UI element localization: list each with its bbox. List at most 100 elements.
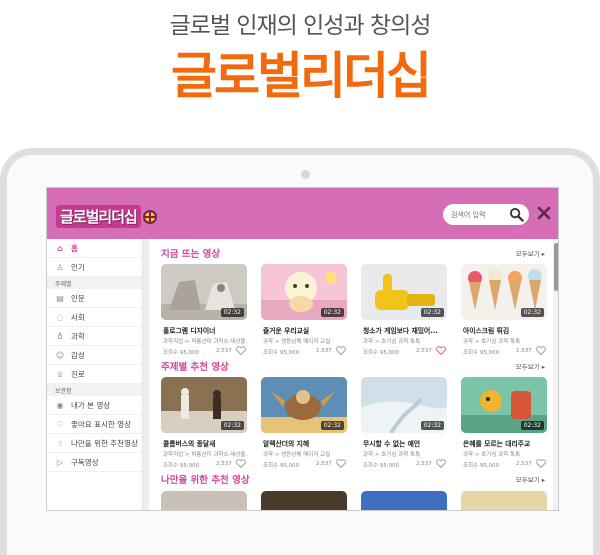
video-card[interactable]: 02:32 즐거운 우리교실 과학 > 영등남해 메이저 교실 조회수 95,0… bbox=[261, 264, 347, 369]
view-count: 조회수 95,000 bbox=[163, 463, 200, 469]
video-card[interactable] bbox=[361, 491, 447, 510]
video-thumbnail[interactable]: 02:32 bbox=[161, 264, 247, 320]
sidebar-item-science[interactable]: ♁ 과학 bbox=[47, 327, 142, 346]
video-thumbnail[interactable]: 02:32 bbox=[361, 264, 447, 320]
duration-badge: 02:32 bbox=[220, 308, 244, 317]
video-category: 과학 > 영등남해 메이저 교실 bbox=[263, 452, 331, 458]
section-header: 나만을 위한 추천 영상 모두보기 ▸ bbox=[161, 472, 551, 486]
scrollbar[interactable] bbox=[553, 239, 558, 510]
like-count: 2,537 bbox=[316, 461, 332, 467]
video-thumbnail[interactable] bbox=[361, 491, 447, 510]
eye-icon: ◉ bbox=[56, 400, 64, 410]
promo-page: 글로벌 인재의 인성과 창의성 글로벌리더십 글로벌리더십 검색어 입력 ⌂ 홈… bbox=[0, 0, 600, 555]
heart-icon[interactable] bbox=[536, 346, 546, 355]
sidebar-item-liked[interactable]: ♡ 좋아요 표시한 영상 bbox=[47, 415, 142, 434]
video-title[interactable]: 은혜를 모르는 대리주교 bbox=[463, 438, 547, 448]
video-card[interactable] bbox=[261, 491, 347, 510]
sidebar-item-humanities[interactable]: ▤ 인문 bbox=[47, 289, 142, 308]
video-title[interactable]: 청소가 게임보다 재밌어... bbox=[363, 325, 447, 335]
duration-badge: 02:32 bbox=[220, 421, 244, 430]
scrollbar-thumb[interactable] bbox=[554, 243, 558, 291]
heart-icon: ♡ bbox=[56, 419, 64, 429]
section-header: 지금 뜨는 영상 모두보기 ▸ bbox=[161, 246, 551, 260]
logo-text: 글로벌리더십 bbox=[56, 205, 141, 228]
view-count: 조회수 95,000 bbox=[363, 463, 400, 469]
search-icon[interactable] bbox=[509, 207, 524, 222]
section-title: 주제별 추천 영상 bbox=[161, 362, 229, 373]
smile-icon: ☺ bbox=[55, 350, 65, 360]
search-box bbox=[443, 204, 529, 225]
sidebar-item-home[interactable]: ⌂ 홈 bbox=[47, 239, 142, 258]
video-card[interactable]: 02:32 무시할 수 없는 예언 과학 > 호기심 과학 톡톡 조회수 95,… bbox=[361, 377, 447, 482]
app-logo[interactable]: 글로벌리더십 bbox=[56, 205, 157, 228]
duration-badge: 02:32 bbox=[520, 308, 544, 317]
sidebar-item-label: 구독영상 bbox=[71, 457, 99, 467]
heart-icon[interactable] bbox=[436, 459, 446, 468]
graduation-cap-icon: ♕ bbox=[56, 369, 64, 379]
video-category: 과학 > 호기심 과학 톡톡 bbox=[463, 339, 521, 345]
heart-icon[interactable] bbox=[236, 346, 246, 355]
duration-badge: 02:32 bbox=[420, 421, 444, 430]
video-card[interactable]: 02:32 청소가 게임보다 재밌어... 과학 > 호기심 과학 톡톡 조회수… bbox=[361, 264, 447, 369]
sidebar-item-popular[interactable]: ♙ 인기 bbox=[47, 258, 142, 277]
duration-badge: 02:32 bbox=[520, 421, 544, 430]
video-thumbnail[interactable] bbox=[461, 491, 547, 510]
hand-pointer-icon: ☝ bbox=[57, 438, 63, 448]
video-thumbnail[interactable]: 02:32 bbox=[261, 264, 347, 320]
section-title: 지금 뜨는 영상 bbox=[161, 249, 221, 260]
view-all-link[interactable]: 모두보기 ▸ bbox=[516, 361, 545, 371]
sidebar-item-career[interactable]: ♕ 진로 bbox=[47, 365, 142, 384]
video-card[interactable]: 02:32 콜롬버스의 종달새 과학직업 > 허롱선미 과학소·세상을... 조… bbox=[161, 377, 247, 482]
sidebar-item-label: 사회 bbox=[71, 312, 85, 322]
video-title[interactable]: 즐거운 우리교실 bbox=[263, 325, 347, 335]
tablet-frame: 글로벌리더십 ⌂ 홈 bbox=[0, 148, 600, 555]
video-title[interactable]: 알렉산더의 지혜 bbox=[263, 438, 347, 448]
sidebar-item-subscribed[interactable]: ▷ 구독영상 bbox=[47, 453, 142, 472]
view-count: 조회수 95,000 bbox=[163, 350, 200, 356]
video-title[interactable]: 무시할 수 없는 예언 bbox=[363, 438, 447, 448]
sidebar-section-topic: 주제별 bbox=[47, 277, 142, 289]
sidebar-item-label: 과학 bbox=[71, 331, 85, 341]
section-title: 나만을 위한 추천 영상 bbox=[161, 475, 250, 486]
video-thumbnail[interactable]: 02:32 bbox=[461, 377, 547, 433]
sidebar-item-society[interactable]: ◌ 사회 bbox=[47, 308, 142, 327]
like-count: 2,537 bbox=[316, 348, 332, 354]
video-title[interactable]: 홀로그램 디자이너 bbox=[163, 325, 247, 335]
video-card[interactable]: 02:32 홀로그램 디자이너 과학직업 > 허롱선미 과학소·세상을... 조… bbox=[161, 264, 247, 369]
sidebar-item-emotion[interactable]: ☺ 감성 bbox=[47, 346, 142, 365]
view-all-link[interactable]: 모두보기 ▸ bbox=[516, 248, 545, 258]
video-thumbnail[interactable]: 02:32 bbox=[161, 377, 247, 433]
video-card[interactable]: 02:32 아이스크림 튀김 과학 > 호기심 과학 톡톡 조회수 95,000… bbox=[461, 264, 547, 369]
video-thumbnail[interactable]: 02:32 bbox=[461, 264, 547, 320]
globe-icon bbox=[142, 209, 157, 224]
video-card[interactable]: 02:32 알렉산더의 지혜 과학 > 영등남해 메이저 교실 조회수 95,0… bbox=[261, 377, 347, 482]
video-card[interactable] bbox=[461, 491, 547, 510]
video-card[interactable] bbox=[161, 491, 247, 510]
duration-badge: 02:32 bbox=[320, 421, 344, 430]
heart-icon[interactable] bbox=[536, 459, 546, 468]
heart-icon[interactable] bbox=[336, 459, 346, 468]
hero-title: 글로벌리더십 bbox=[171, 47, 432, 105]
video-thumbnail[interactable] bbox=[261, 491, 347, 510]
video-thumbnail[interactable]: 02:32 bbox=[261, 377, 347, 433]
video-thumbnail[interactable] bbox=[161, 491, 247, 510]
view-all-link[interactable]: 모두보기 ▸ bbox=[516, 474, 545, 484]
close-icon[interactable] bbox=[536, 205, 552, 221]
like-count: 2,537 bbox=[216, 461, 232, 467]
main-content: 지금 뜨는 영상 모두보기 ▸ 02:32 홀로그램 디자이너 과학직업 > 허… bbox=[149, 239, 553, 510]
heart-icon[interactable] bbox=[236, 459, 246, 468]
video-title[interactable]: 아이스크림 튀김 bbox=[463, 325, 547, 335]
video-category: 과학 > 호기심 과학 톡톡 bbox=[363, 339, 421, 345]
heart-icon[interactable] bbox=[336, 346, 346, 355]
video-card[interactable]: 02:32 은혜를 모르는 대리주교 과학 > 호기심 과학 톡톡 조회수 95… bbox=[461, 377, 547, 482]
speech-bubble-icon: ◌ bbox=[56, 312, 64, 322]
sidebar-item-watched[interactable]: ◉ 내가 본 영상 bbox=[47, 396, 142, 415]
search-input[interactable] bbox=[451, 207, 507, 222]
video-title[interactable]: 콜롬버스의 종달새 bbox=[163, 438, 247, 448]
view-count: 조회수 95,000 bbox=[463, 350, 500, 356]
sidebar-item-recommended[interactable]: ☝ 나만을 위한 추천영상 bbox=[47, 434, 142, 453]
video-thumbnail[interactable]: 02:32 bbox=[361, 377, 447, 433]
like-count: 2,537 bbox=[516, 348, 532, 354]
heart-icon[interactable] bbox=[436, 346, 446, 355]
flask-icon: ♁ bbox=[57, 331, 63, 341]
